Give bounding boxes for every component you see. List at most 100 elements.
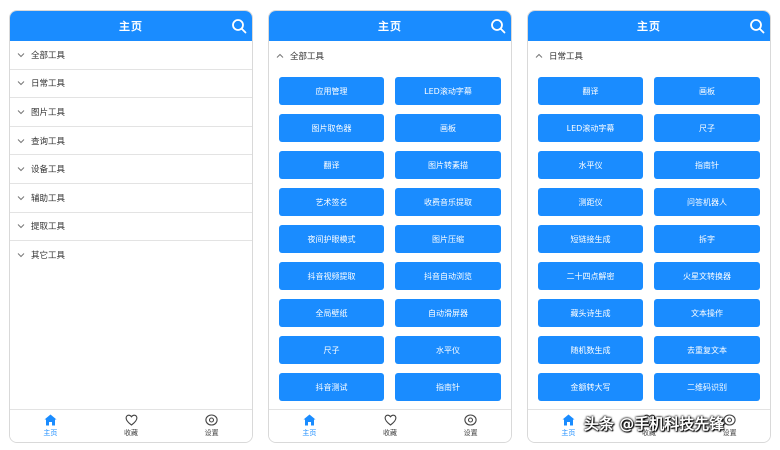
app-header: 主页 [269, 11, 511, 41]
category-label: 设备工具 [31, 165, 66, 176]
tool-section: 全部工具 应用管理 LED滚动字幕 图片取色器 画板 翻译 图片转素描 艺术签名… [269, 41, 511, 409]
section-title: 日常工具 [549, 51, 584, 62]
tool-button[interactable]: 抖音测试 [279, 373, 384, 401]
tool-button[interactable]: 去重复文本 [654, 336, 760, 364]
search-icon[interactable] [231, 18, 247, 34]
category-row-query-tools[interactable]: 查询工具 [10, 127, 252, 156]
tab-label: 主页 [43, 429, 58, 437]
category-label: 全部工具 [31, 50, 66, 61]
heart-icon [384, 414, 396, 426]
bottom-tab-bar: 主页 收藏 设置 [269, 409, 511, 442]
category-row-daily-tools[interactable]: 日常工具 [10, 70, 252, 99]
tool-button[interactable]: 图片转素描 [395, 151, 501, 179]
tool-button[interactable]: LED滚动字幕 [538, 114, 643, 142]
search-icon[interactable] [749, 18, 765, 34]
tab-label: 主页 [561, 429, 576, 437]
tab-label: 设置 [204, 429, 219, 437]
category-list: 全部工具 日常工具 图片工具 查询工具 设备工具 辅助工具 提取工具 其它工具 [10, 41, 252, 409]
category-row-extract-tools[interactable]: 提取工具 [10, 213, 252, 242]
tool-button[interactable]: 问答机器人 [654, 188, 760, 216]
tool-button[interactable]: 指南针 [654, 151, 760, 179]
section-header-daily-tools[interactable]: 日常工具 [528, 41, 770, 70]
tool-button[interactable]: 拆字 [654, 225, 760, 253]
settings-icon [205, 414, 218, 426]
category-row-assist-tools[interactable]: 辅助工具 [10, 184, 252, 213]
chevron-down-icon [17, 224, 25, 229]
tool-button[interactable]: 画板 [654, 77, 760, 105]
chevron-down-icon [17, 52, 25, 58]
tool-button[interactable]: 抖音自动浏览 [395, 262, 501, 290]
tab-home[interactable]: 主页 [269, 410, 350, 442]
category-label: 图片工具 [31, 107, 66, 118]
tool-button[interactable]: 测距仪 [538, 188, 643, 216]
tool-button[interactable]: 尺子 [279, 336, 384, 364]
tool-button[interactable]: 全局壁纸 [279, 299, 384, 327]
tool-button[interactable]: 翻译 [538, 77, 643, 105]
tool-button[interactable]: 二维码识别 [654, 373, 760, 401]
tool-button[interactable]: 收费音乐提取 [395, 188, 501, 216]
tool-button[interactable]: 画板 [395, 114, 501, 142]
tab-label: 主页 [302, 429, 317, 437]
category-label: 其它工具 [31, 251, 66, 262]
tool-button[interactable]: 火星文转换器 [654, 262, 760, 290]
category-row-other-tools[interactable]: 其它工具 [10, 241, 252, 270]
watermark-text: 头条 @手机科技先锋 [584, 415, 725, 433]
page-title: 主页 [119, 20, 143, 33]
tool-button[interactable]: 翻译 [279, 151, 384, 179]
tab-favorites[interactable]: 收藏 [91, 410, 172, 442]
tool-button[interactable]: 抖音视频提取 [279, 262, 384, 290]
category-row-device-tools[interactable]: 设备工具 [10, 155, 252, 184]
tool-button[interactable]: 图片压缩 [395, 225, 501, 253]
tool-button[interactable]: 藏头诗生成 [538, 299, 643, 327]
tool-button[interactable]: 尺子 [654, 114, 760, 142]
home-icon [44, 414, 57, 426]
tool-button[interactable]: 水平仪 [395, 336, 501, 364]
page-title: 主页 [637, 20, 661, 33]
chevron-down-icon [17, 110, 25, 115]
section-header-all-tools[interactable]: 全部工具 [269, 41, 511, 70]
chevron-down-icon [17, 81, 25, 86]
tab-favorites[interactable]: 收藏 [350, 410, 431, 442]
category-label: 提取工具 [31, 222, 66, 233]
tool-button[interactable]: 夜间护眼模式 [279, 225, 384, 253]
tool-button[interactable]: LED滚动字幕 [395, 77, 501, 105]
phone-screen-category-list: 主页 全部工具 日常工具 图片工具 查询工具 设备工具 辅助工具 提取工具 其它… [9, 10, 253, 443]
app-header: 主页 [528, 11, 770, 41]
search-icon[interactable] [490, 18, 506, 34]
chevron-down-icon [17, 253, 25, 258]
phone-screen-daily-tools: 主页 日常工具 翻译 画板 LED滚动字幕 尺子 水平仪 指南针 测距仪 问答机… [527, 10, 771, 443]
category-row-all-tools[interactable]: 全部工具 [10, 41, 252, 70]
bottom-tab-bar: 主页 收藏 设置 [10, 409, 252, 442]
tab-home[interactable]: 主页 [10, 410, 91, 442]
chevron-down-icon [17, 195, 25, 200]
tool-section: 日常工具 翻译 画板 LED滚动字幕 尺子 水平仪 指南针 测距仪 问答机器人 … [528, 41, 770, 409]
tool-button[interactable]: 随机数生成 [538, 336, 643, 364]
tab-settings[interactable]: 设置 [171, 410, 252, 442]
tab-label: 收藏 [383, 429, 397, 437]
page-title: 主页 [378, 20, 402, 33]
tool-button[interactable]: 水平仪 [538, 151, 643, 179]
heart-icon [125, 414, 137, 426]
tool-button-grid: 应用管理 LED滚动字幕 图片取色器 画板 翻译 图片转素描 艺术签名 收费音乐… [269, 70, 511, 409]
tool-button[interactable]: 指南针 [395, 373, 501, 401]
section-title: 全部工具 [290, 51, 325, 62]
tool-button[interactable]: 自动滑屏器 [395, 299, 501, 327]
tab-label: 设置 [463, 429, 478, 437]
tool-button[interactable]: 图片取色器 [279, 114, 384, 142]
category-row-image-tools[interactable]: 图片工具 [10, 98, 252, 127]
tool-button[interactable]: 艺术签名 [279, 188, 384, 216]
tool-button[interactable]: 二十四点解密 [538, 262, 643, 290]
tool-button[interactable]: 短链接生成 [538, 225, 643, 253]
phone-screen-all-tools: 主页 全部工具 应用管理 LED滚动字幕 图片取色器 画板 翻译 图片转素描 艺… [268, 10, 512, 443]
tool-button[interactable]: 文本操作 [654, 299, 760, 327]
tool-button[interactable]: 金额转大写 [538, 373, 643, 401]
chevron-up-icon [276, 53, 284, 58]
home-icon [562, 414, 575, 426]
home-icon [303, 414, 316, 426]
tab-settings[interactable]: 设置 [430, 410, 511, 442]
category-label: 查询工具 [31, 136, 66, 147]
category-label: 辅助工具 [31, 193, 66, 204]
category-label: 日常工具 [31, 79, 66, 90]
tool-button[interactable]: 应用管理 [279, 77, 384, 105]
chevron-down-icon [17, 138, 25, 143]
